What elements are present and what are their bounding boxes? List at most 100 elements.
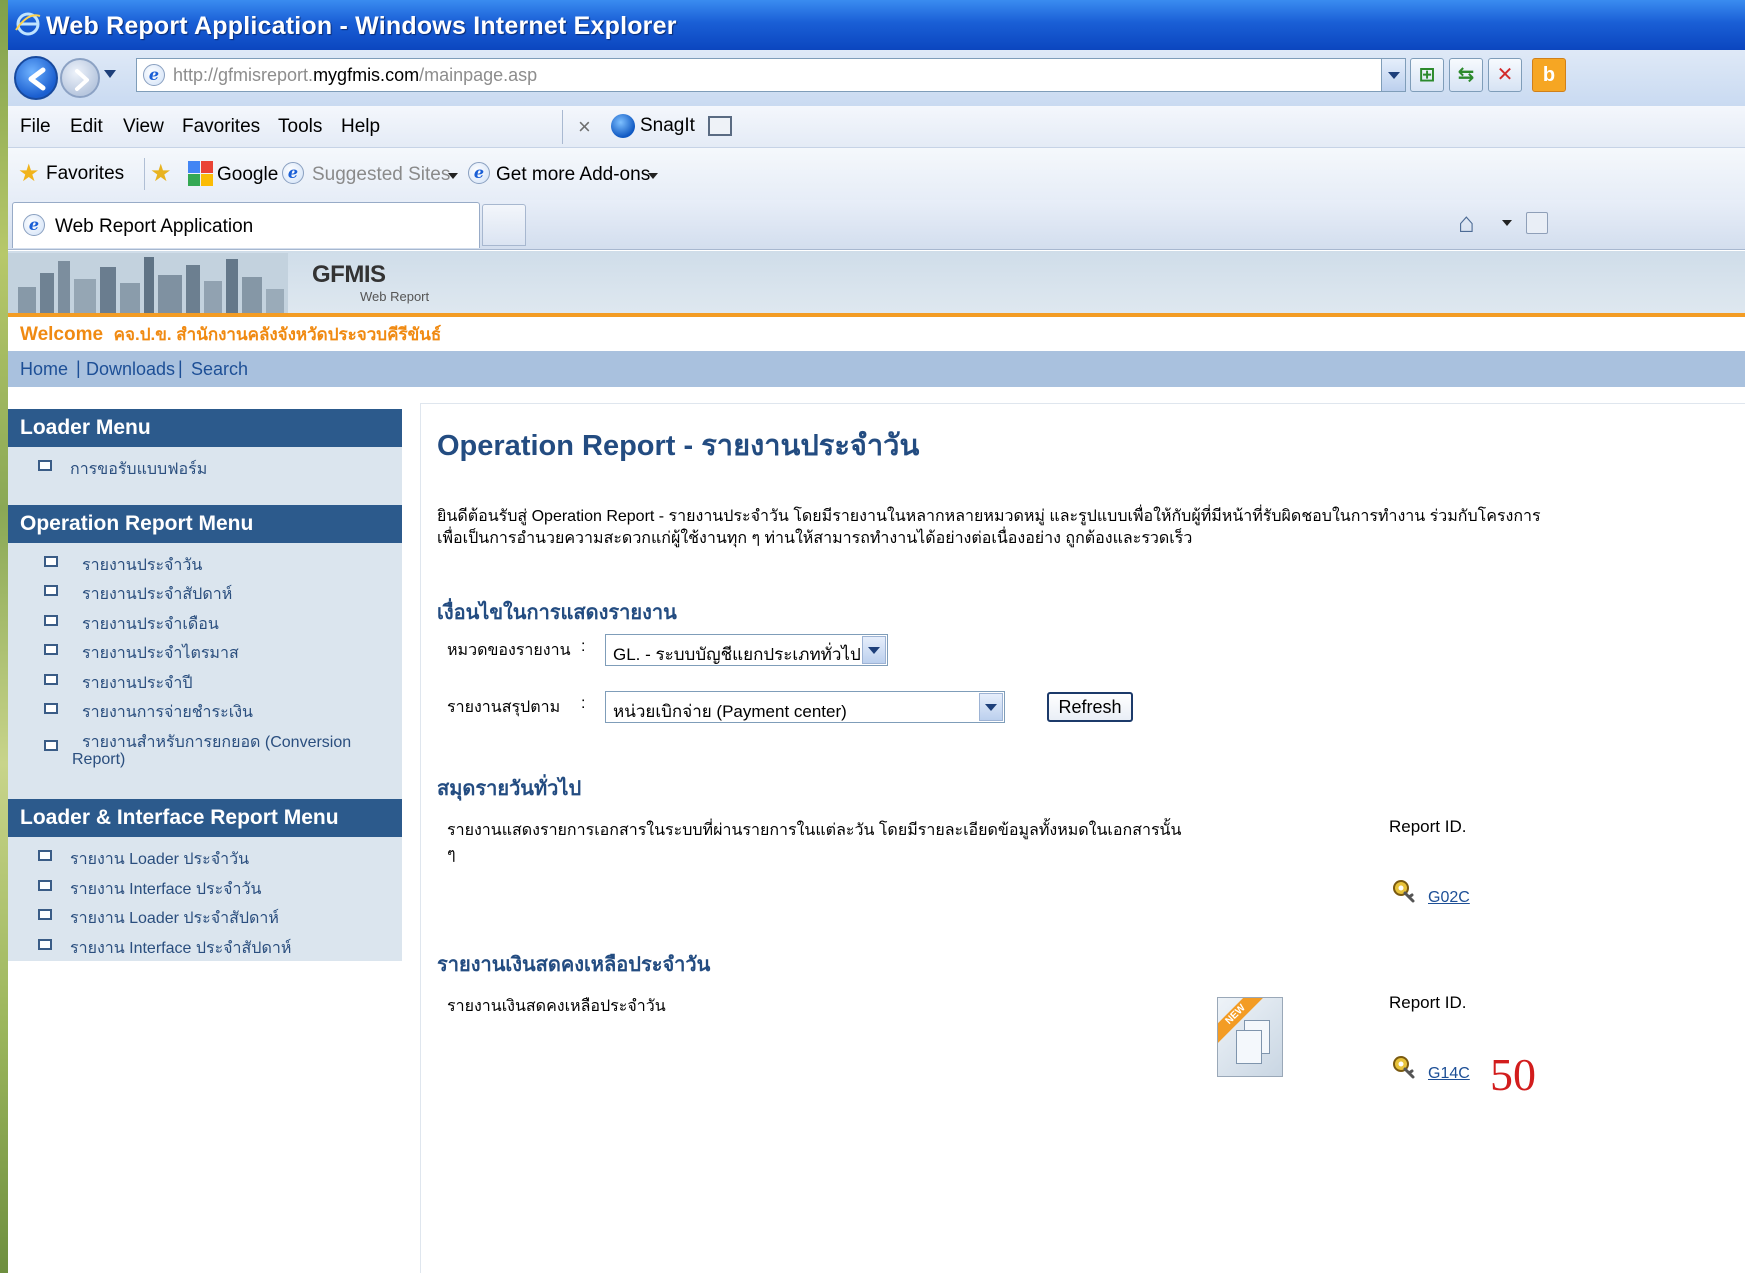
loader-menu-header: Loader Menu [8,409,402,447]
nav-search[interactable]: Search [191,359,248,380]
sidebar-item-label[interactable]: รายงานประจำสัปดาห์ [82,582,232,607]
forward-arrow-icon [75,69,89,91]
top-nav: Home | Downloads | Search [8,351,1745,387]
section-cash-balance-title: รายงานเงินสดคงเหลือประจำวัน [437,954,711,976]
history-dropdown-icon[interactable] [104,70,116,78]
address-bar[interactable]: e http://gfmisreport.mygfmis.com/mainpag… [136,58,1406,92]
add-favorite-icon[interactable]: ★ [150,162,172,186]
section-general-journal-desc-cont: ๆ [447,846,456,863]
nav-separator: | [76,358,81,378]
category-colon: : [581,638,586,655]
snagit-capture-icon[interactable] [708,116,732,136]
menu-help[interactable]: Help [341,116,380,138]
suggested-sites-link[interactable]: Suggested Sites [312,164,450,186]
category-select[interactable]: GL. - ระบบบัญชีแยกประเภททั่วไป [605,634,888,666]
snagit-button[interactable]: SnagIt [640,115,695,137]
sidebar-item-conversion[interactable]: รายงานสำหรับการยกยอด (Conversion Report) [8,730,402,772]
menu-favorites[interactable]: Favorites [182,116,260,138]
nav-separator: | [178,358,183,378]
bullet-box-icon [44,644,58,655]
bing-search-icon[interactable]: b [1532,58,1566,92]
sidebar-item-label[interactable]: รายงาน Loader ประจำวัน [70,847,249,872]
sidebar-item-label[interactable]: รายงานประจำปี [82,671,193,696]
sidebar-item-label[interactable]: การขอรับแบบฟอร์ม [70,457,207,482]
summary-colon: : [581,695,586,712]
sidebar-item-label-cont[interactable]: Report) [72,751,125,769]
addons-icon: e [468,162,490,184]
intro-line-2: เพื่อเป็นการอำนวยความสะดวกแก่ผู้ใช้งานทุ… [437,530,1193,547]
url-text[interactable]: http://gfmisreport.mygfmis.com/mainpage.… [173,65,537,86]
summary-label: รายงานสรุปตาม [447,699,561,716]
forward-button[interactable] [60,58,100,98]
slide-number: 50 [1490,1049,1536,1100]
sidebar: Loader Menu การขอรับแบบฟอร์ม Operation R… [8,389,402,961]
report-link-g14c[interactable]: G14C [1428,1065,1470,1083]
suggested-dropdown-icon[interactable] [448,173,458,179]
back-button[interactable] [14,56,58,100]
close-toolbar-icon[interactable]: × [578,114,591,140]
bullet-box-icon [38,850,52,861]
home-icon[interactable]: ⌂ [1458,208,1475,238]
welcome-user: คจ.ป.ข. สำนักงานคลังจังหวัดประจวบคีรีขัน… [113,325,442,344]
bullet-box-icon [44,615,58,626]
stop-icon[interactable]: ✕ [1488,58,1522,92]
sidebar-item-label[interactable]: รายงานประจำเดือน [82,612,219,637]
section-general-journal-title: สมุดรายวันทั่วไป [437,778,582,800]
bullet-box-icon [44,556,58,567]
new-tab-button[interactable] [482,204,526,246]
bullet-box-icon [44,703,58,714]
bullet-box-icon [44,585,58,596]
sidebar-item-label[interactable]: รายงานประจำวัน [82,553,202,578]
tab-ie-icon: e [23,214,45,236]
welcome-line: Welcome คจ.ป.ข. สำนักงานคลังจังหวัดประจว… [20,321,441,348]
feeds-icon[interactable] [1526,212,1548,234]
sidebar-item-label[interactable]: รายงาน Loader ประจำสัปดาห์ [70,906,279,931]
sidebar-item-label[interactable]: รายงานประจำไตรมาส [82,641,239,666]
menu-edit[interactable]: Edit [70,116,103,138]
gfmis-logo: GFMIS [312,261,386,288]
tab-web-report[interactable]: e Web Report Application [12,202,480,248]
menu-separator [562,110,563,144]
google-link[interactable]: Google [217,164,278,186]
nav-home[interactable]: Home [20,359,68,380]
sidebar-item-label[interactable]: รายงาน Interface ประจำวัน [70,877,261,902]
menu-view[interactable]: View [123,116,164,138]
menu-file[interactable]: File [20,116,51,138]
favorites-button[interactable]: Favorites [46,163,124,185]
get-addons-link[interactable]: Get more Add-ons [496,164,650,186]
welcome-label: Welcome [20,324,104,345]
site-banner: GFMIS Web Report [8,251,1745,315]
chevron-down-icon[interactable] [862,636,886,664]
slide-left-strip [0,0,8,1273]
refresh-icon[interactable]: ⇆ [1449,58,1483,92]
page-title: Operation Report - รายงานประจำวัน [437,430,920,462]
report-link-g02c[interactable]: G02C [1428,889,1470,907]
compatibility-view-icon[interactable]: ⊞ [1410,58,1444,92]
nav-downloads[interactable]: Downloads [86,359,175,380]
home-dropdown-icon[interactable] [1502,220,1512,226]
summary-select[interactable]: หน่วยเบิกจ่าย (Payment center) [605,691,1005,723]
refresh-button[interactable]: Refresh [1047,692,1133,722]
menu-bar: File Edit View Favorites Tools Help × Sn… [8,106,1745,148]
addons-dropdown-icon[interactable] [648,173,658,179]
bullet-box-icon [44,674,58,685]
chevron-down-icon[interactable] [979,693,1003,721]
section-general-journal-desc: รายงานแสดงรายการเอกสารในระบบที่ผ่านรายกา… [447,822,1182,839]
menu-tools[interactable]: Tools [278,116,322,138]
key-icon [1393,1056,1415,1079]
category-label: หมวดของรายงาน [447,642,571,659]
section-cash-balance-desc: รายงานเงินสดคงเหลือประจำวัน [447,998,666,1015]
bullet-box-icon [38,939,52,950]
snagit-icon[interactable] [611,114,635,138]
address-dropdown-icon[interactable] [1381,59,1405,91]
back-arrow-icon [28,67,46,91]
favorites-separator [144,158,145,190]
google-icon[interactable] [188,161,214,187]
sidebar-item-label[interactable]: รายงาน Interface ประจำสัปดาห์ [70,936,291,961]
tab-bar: e Web Report Application ⌂ [8,200,1745,250]
favorites-star-icon[interactable]: ★ [18,162,40,186]
new-report-icon: NEW [1217,997,1283,1077]
bullet-box-icon [44,740,58,751]
main-content: Operation Report - รายงานประจำวัน ยินดีต… [420,403,1745,1273]
sidebar-item-label[interactable]: รายงานการจ่ายชำระเงิน [82,700,253,725]
